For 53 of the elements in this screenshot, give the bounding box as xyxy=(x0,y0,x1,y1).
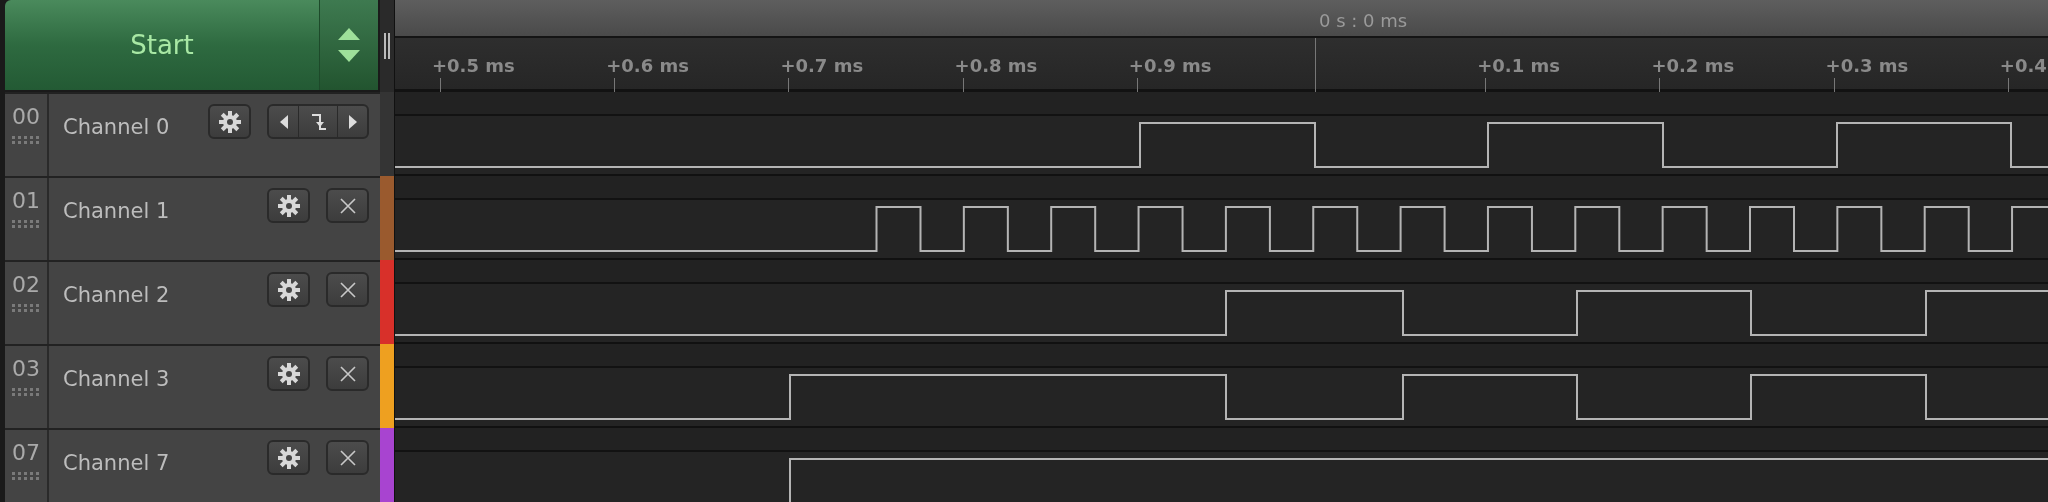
trigger-control[interactable] xyxy=(267,104,369,139)
drag-grip-icon xyxy=(12,304,40,312)
channel-number: 02 xyxy=(12,274,40,296)
right-arrow-icon xyxy=(348,114,357,129)
time-tick-label: +0.9 ms xyxy=(1128,54,1212,78)
close-button[interactable] xyxy=(326,356,369,391)
up-arrow-icon xyxy=(338,28,360,40)
settings-button[interactable] xyxy=(267,440,310,475)
time-tick-label: +0.7 ms xyxy=(780,54,864,78)
channel-name: Channel 2 xyxy=(63,282,171,309)
gear-icon xyxy=(277,194,300,217)
channel-number: 00 xyxy=(12,106,40,128)
down-arrow-icon xyxy=(338,50,360,62)
close-icon xyxy=(339,449,356,466)
gear-icon xyxy=(277,278,300,301)
settings-button[interactable] xyxy=(267,272,310,307)
grip-icon xyxy=(383,33,391,59)
time-tick-label: +0.2 ms xyxy=(1651,54,1735,78)
splitter-handle[interactable] xyxy=(380,0,395,92)
time-tick-label: +0.3 ms xyxy=(1825,54,1909,78)
falling-edge-icon xyxy=(310,112,326,131)
drag-grip-icon xyxy=(12,388,40,396)
settings-button[interactable] xyxy=(267,356,310,391)
close-icon xyxy=(339,365,356,382)
start-button[interactable]: Start xyxy=(5,0,320,90)
close-icon xyxy=(339,281,356,298)
time-cursor-label: 0 s : 0 ms xyxy=(1319,9,1408,33)
time-tick-label: +0.8 ms xyxy=(954,54,1038,78)
gear-icon xyxy=(277,362,300,385)
channel-number: 07 xyxy=(12,442,40,464)
time-tick-label: +0.4 xyxy=(1999,54,2047,78)
settings-button[interactable] xyxy=(208,104,251,139)
close-icon xyxy=(339,197,356,214)
time-tick-label: +0.1 ms xyxy=(1477,54,1560,78)
time-tick-label: +0.5 ms xyxy=(432,54,515,78)
channel-name: Channel 3 xyxy=(63,366,171,393)
gear-icon xyxy=(218,110,241,133)
time-tick-label: +0.6 ms xyxy=(606,54,689,78)
drag-grip-icon xyxy=(12,472,40,480)
close-button[interactable] xyxy=(326,188,369,223)
speed-stepper[interactable] xyxy=(320,0,378,90)
channel-name: Channel 1 xyxy=(63,198,171,225)
drag-grip-icon xyxy=(12,136,40,144)
gear-icon xyxy=(277,446,300,469)
settings-button[interactable] xyxy=(267,188,310,223)
close-button[interactable] xyxy=(326,440,369,475)
drag-grip-icon xyxy=(12,220,40,228)
channel-name: Channel 7 xyxy=(63,450,171,477)
channel-name: Channel 0 xyxy=(63,114,171,141)
channel-number: 03 xyxy=(12,358,40,380)
left-arrow-icon xyxy=(279,114,288,129)
close-button[interactable] xyxy=(326,272,369,307)
channel-number: 01 xyxy=(12,190,40,212)
